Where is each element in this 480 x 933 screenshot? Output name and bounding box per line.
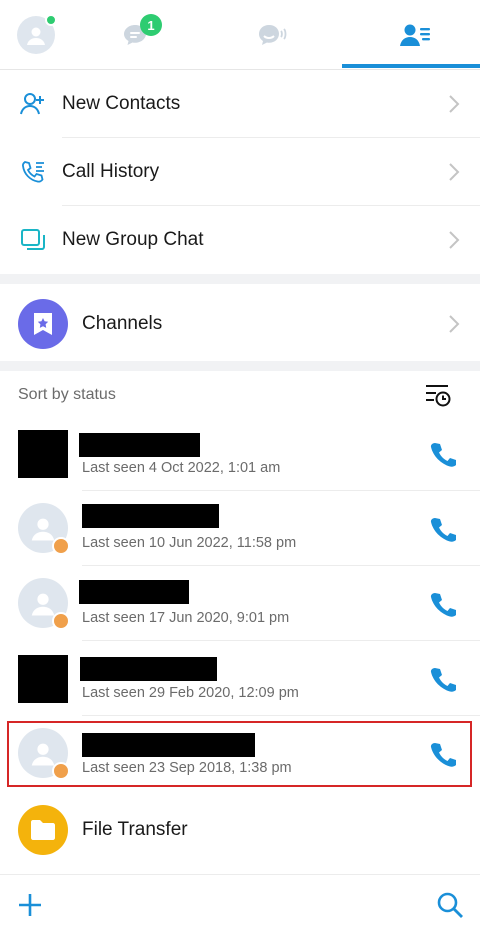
sort-by-status-icon[interactable]: [424, 382, 452, 408]
channels-label: Channels: [82, 313, 163, 334]
profile-avatar: [17, 14, 57, 54]
away-clock-badge: [52, 537, 70, 555]
section-gap: [0, 361, 480, 371]
person-icon: [27, 27, 45, 45]
contact-last-seen: Last seen 17 Jun 2020, 9:01 pm: [82, 610, 290, 626]
new-contacts-row[interactable]: New Contacts: [0, 70, 480, 138]
phone-call-icon[interactable]: [430, 591, 456, 617]
contact-avatar-default: [18, 503, 70, 555]
bottom-action-bar: [0, 874, 480, 933]
contact-row[interactable]: Last seen 17 Jun 2020, 9:01 pm: [0, 566, 480, 641]
call-history-label: Call History: [62, 161, 160, 182]
sort-by-status-label: Sort by status: [18, 386, 116, 403]
contact-avatar-default: [18, 578, 70, 630]
contact-last-seen: Last seen 4 Oct 2022, 1:01 am: [82, 460, 281, 476]
tab-profile[interactable]: [0, 0, 72, 70]
chevron-right-icon: [449, 315, 460, 333]
contact-avatar-redacted: [18, 430, 68, 478]
contact-name-redacted: [82, 504, 219, 528]
chevron-right-icon: [449, 231, 460, 249]
add-person-icon: [18, 89, 48, 119]
call-history-row[interactable]: Call History: [0, 138, 480, 206]
person-icon: [31, 518, 55, 541]
contact-row[interactable]: Last seen 4 Oct 2022, 1:01 am: [0, 416, 480, 491]
speaking-bubble-icon: [259, 25, 287, 45]
search-icon[interactable]: [436, 891, 464, 919]
contact-avatar-redacted: [18, 655, 68, 703]
away-clock-badge: [52, 612, 70, 630]
add-icon[interactable]: [16, 891, 44, 919]
tab-contacts[interactable]: [350, 0, 480, 70]
tab-moments[interactable]: [216, 0, 326, 70]
tab-chats[interactable]: [80, 0, 190, 70]
phone-call-icon[interactable]: [430, 666, 456, 692]
contact-name-redacted: [80, 657, 217, 681]
new-contacts-label: New Contacts: [62, 93, 181, 114]
chevron-right-icon: [449, 163, 460, 181]
highlight-box: [7, 721, 472, 787]
phone-call-icon[interactable]: [430, 441, 456, 467]
channels-icon: [18, 299, 68, 349]
section-gap: [0, 274, 480, 284]
contact-name-redacted: [79, 580, 189, 604]
folder-icon[interactable]: [18, 805, 68, 855]
contact-row[interactable]: Last seen 10 Jun 2022, 11:58 pm: [0, 491, 480, 566]
contact-last-seen: Last seen 29 Feb 2020, 12:09 pm: [82, 685, 299, 701]
new-group-chat-label: New Group Chat: [62, 229, 204, 250]
top-tab-bar: 1: [0, 0, 480, 70]
contacts-icon: [400, 24, 430, 46]
contact-name-redacted: [79, 433, 200, 457]
contact-row[interactable]: Last seen 29 Feb 2020, 12:09 pm: [0, 641, 480, 716]
active-tab-indicator: [342, 64, 480, 68]
person-icon: [31, 593, 55, 616]
contact-last-seen: Last seen 10 Jun 2022, 11:58 pm: [82, 535, 297, 551]
file-transfer-label[interactable]: File Transfer: [82, 819, 188, 841]
new-group-chat-row[interactable]: New Group Chat: [0, 206, 480, 274]
group-chat-icon: [18, 225, 48, 255]
chats-unread-badge: 1: [140, 14, 162, 36]
chevron-right-icon: [449, 95, 460, 113]
call-history-icon: [18, 157, 48, 187]
channels-row[interactable]: Channels: [0, 287, 480, 361]
online-status-dot: [45, 14, 57, 26]
phone-call-icon[interactable]: [430, 516, 456, 542]
